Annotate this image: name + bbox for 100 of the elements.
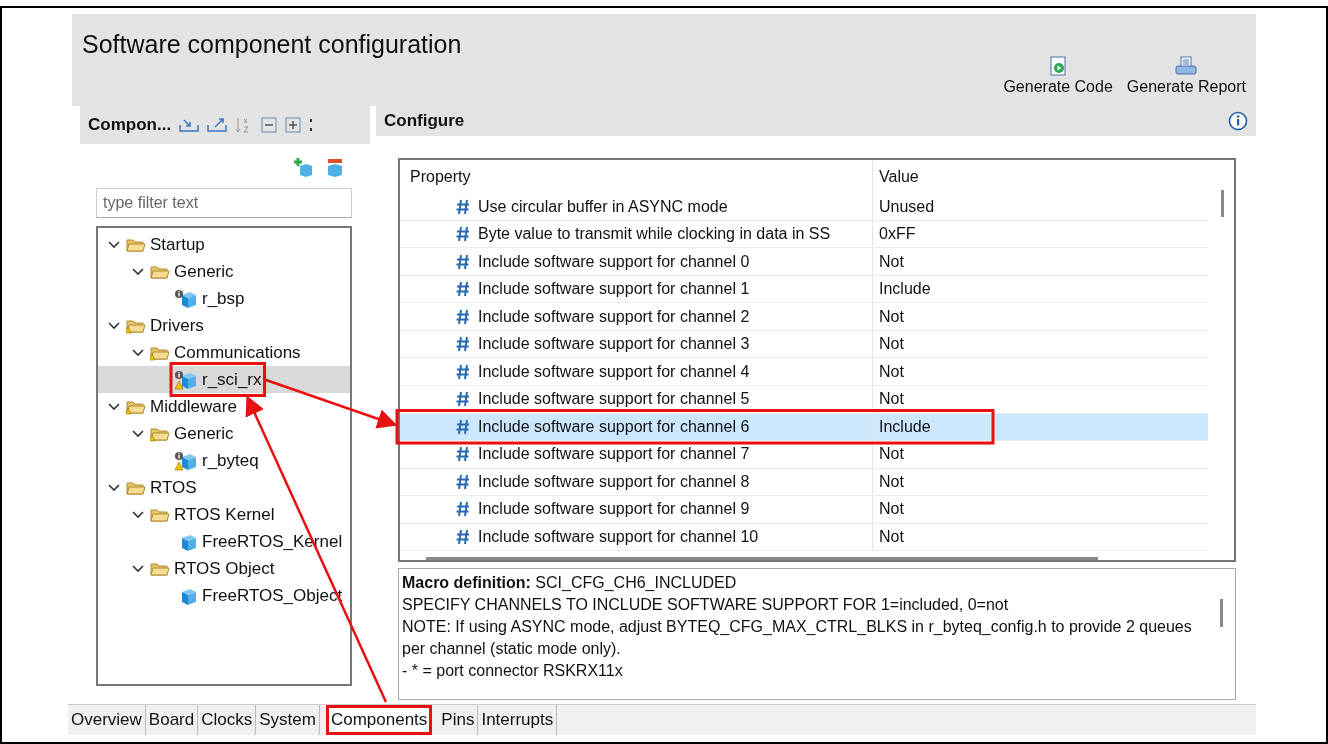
hash-icon xyxy=(456,473,470,490)
component-cube-icon xyxy=(174,369,198,390)
hash-icon xyxy=(456,363,470,380)
tree-item[interactable]: RTOS Kernel xyxy=(98,501,350,528)
tree-item-label: RTOS xyxy=(150,477,197,498)
generate-report-button[interactable]: Generate Report xyxy=(1126,56,1246,96)
macro-definition: Macro definition: SCI_CFG_CH6_INCLUDED xyxy=(402,573,738,593)
property-value: Not xyxy=(879,390,904,409)
pane-title: Compon... xyxy=(88,115,172,135)
property-name: Include software support for channel 9 xyxy=(478,500,750,519)
table-row[interactable]: Include software support for channel 10 Not xyxy=(400,523,1208,552)
tree-item[interactable]: Startup xyxy=(98,231,350,258)
folder-warning-icon xyxy=(150,344,170,361)
horizontal-scrollbar[interactable] xyxy=(426,557,1098,561)
description-text: SPECIFY CHANNELS TO INCLUDE SOFTWARE SUPPORT FOR 1=included, 0=not xyxy=(402,595,1010,615)
table-row[interactable]: Include software support for channel 7 Not xyxy=(400,441,1208,469)
import-icon[interactable] xyxy=(179,117,200,133)
property-name: Include software support for channel 8 xyxy=(478,472,750,491)
property-value: Not xyxy=(879,362,904,381)
table-row[interactable]: Include software support for channel 3 Not xyxy=(400,330,1208,359)
table-row[interactable]: Include software support for channel 2 Not xyxy=(400,303,1208,331)
tab[interactable]: Components xyxy=(325,705,433,735)
property-name: Include software support for channel 1 xyxy=(478,280,750,299)
tree-item[interactable]: Generic xyxy=(98,420,350,447)
property-value: Not xyxy=(879,252,904,271)
printer-icon xyxy=(1175,56,1198,76)
vertical-scrollbar[interactable] xyxy=(1220,599,1223,627)
info-icon[interactable] xyxy=(1228,111,1248,131)
export-icon[interactable] xyxy=(207,117,228,133)
code-document-icon xyxy=(1050,56,1067,76)
add-component-icon[interactable] xyxy=(292,156,314,178)
tree-item-label: RTOS Object xyxy=(174,558,275,579)
page-title: Software component configuration xyxy=(82,29,462,59)
hash-icon xyxy=(456,308,470,325)
column-header[interactable]: Property xyxy=(400,160,872,194)
hash-icon xyxy=(456,501,470,518)
property-name: Include software support for channel 0 xyxy=(478,252,750,271)
more-icon[interactable] xyxy=(309,118,314,132)
hash-icon xyxy=(456,198,470,215)
property-name: Include software support for channel 2 xyxy=(478,307,750,326)
tab[interactable]: Overview xyxy=(68,705,146,735)
table-row[interactable]: Include software support for channel 8 Not xyxy=(400,468,1208,497)
hash-icon xyxy=(456,446,470,463)
tree-item-label: Drivers xyxy=(150,315,204,336)
table-row[interactable]: Include software support for channel 5 Not xyxy=(400,386,1208,414)
property-value: Not xyxy=(879,335,904,354)
property-name: Include software support for channel 4 xyxy=(478,362,750,381)
tree-item-label: Communications xyxy=(174,342,301,363)
table-row[interactable]: Use circular buffer in ASYNC mode Unused xyxy=(400,193,1208,221)
tree-item[interactable]: Middleware xyxy=(98,393,350,420)
folder-warning-icon xyxy=(126,317,146,334)
table-row[interactable]: Byte value to transmit while clocking in data in SS 0xFF xyxy=(400,220,1208,249)
collapse-all-icon[interactable] xyxy=(261,117,278,133)
hash-icon xyxy=(456,281,470,298)
property-name: Include software support for channel 5 xyxy=(478,390,750,409)
folder-warning-icon xyxy=(126,398,146,415)
property-value: Not xyxy=(879,445,904,464)
tree-item[interactable]: r_bsp xyxy=(98,285,350,312)
hash-icon xyxy=(456,391,470,408)
property-value: Not xyxy=(879,472,904,491)
folder-icon xyxy=(126,236,146,253)
property-name: Include software support for channel 6 xyxy=(478,417,750,436)
tree-item[interactable]: r_sci_rx xyxy=(98,366,350,393)
tree-item[interactable]: RTOS xyxy=(98,474,350,501)
tree-item-label: RTOS Kernel xyxy=(174,504,275,525)
folder-icon xyxy=(150,506,170,523)
hash-icon xyxy=(456,253,470,270)
description-text: NOTE: If using ASYNC mode, adjust BYTEQ_CFG_MAX_CTRL_BLKS in r_byteq_config.h to provide 2 queues per channel (static mode only). xyxy=(402,617,1193,659)
table-row[interactable]: Include software support for channel 1 Include xyxy=(400,275,1208,304)
table-row[interactable]: Include software support for channel 6 Include xyxy=(400,413,1208,442)
table-row[interactable]: Include software support for channel 4 Not xyxy=(400,358,1208,386)
filter-field[interactable]: type filter text xyxy=(96,188,352,218)
pane-title: Configure xyxy=(384,111,465,131)
hash-icon xyxy=(456,528,470,545)
tree-item-label: Startup xyxy=(150,234,205,255)
generate-code-button[interactable]: Generate Code xyxy=(1003,56,1113,96)
table-row[interactable]: Include software support for channel 0 Not xyxy=(400,248,1208,276)
property-name: Byte value to transmit while clocking in data in SS xyxy=(478,225,831,244)
tree-item[interactable]: RTOS Object xyxy=(98,555,350,582)
description-text: - * = port connector RSKRX11x xyxy=(402,661,624,681)
folder-icon xyxy=(150,560,170,577)
hash-icon xyxy=(456,336,470,353)
component-cube-icon xyxy=(174,288,198,309)
property-name: Include software support for channel 7 xyxy=(478,445,750,464)
expand-all-icon[interactable] xyxy=(285,117,302,133)
tree-item-label: Middleware xyxy=(150,396,237,417)
tree-item-label: r_byteq xyxy=(202,450,259,471)
property-value: Include xyxy=(879,417,931,436)
tree-item[interactable]: Generic xyxy=(98,258,350,285)
tree-item[interactable]: Communications xyxy=(98,339,350,366)
property-value: Include xyxy=(879,280,931,299)
table-row[interactable]: Include software support for channel 9 Not xyxy=(400,496,1208,524)
folder-icon xyxy=(150,263,170,280)
folder-icon xyxy=(126,479,146,496)
tree-item-label: r_bsp xyxy=(202,288,245,309)
property-name: Include software support for channel 10 xyxy=(478,527,759,546)
tree-item[interactable]: Drivers xyxy=(98,312,350,339)
tree-item[interactable]: r_byteq xyxy=(98,447,350,474)
property-value: Not xyxy=(879,307,904,326)
vertical-scrollbar[interactable] xyxy=(1221,190,1224,217)
